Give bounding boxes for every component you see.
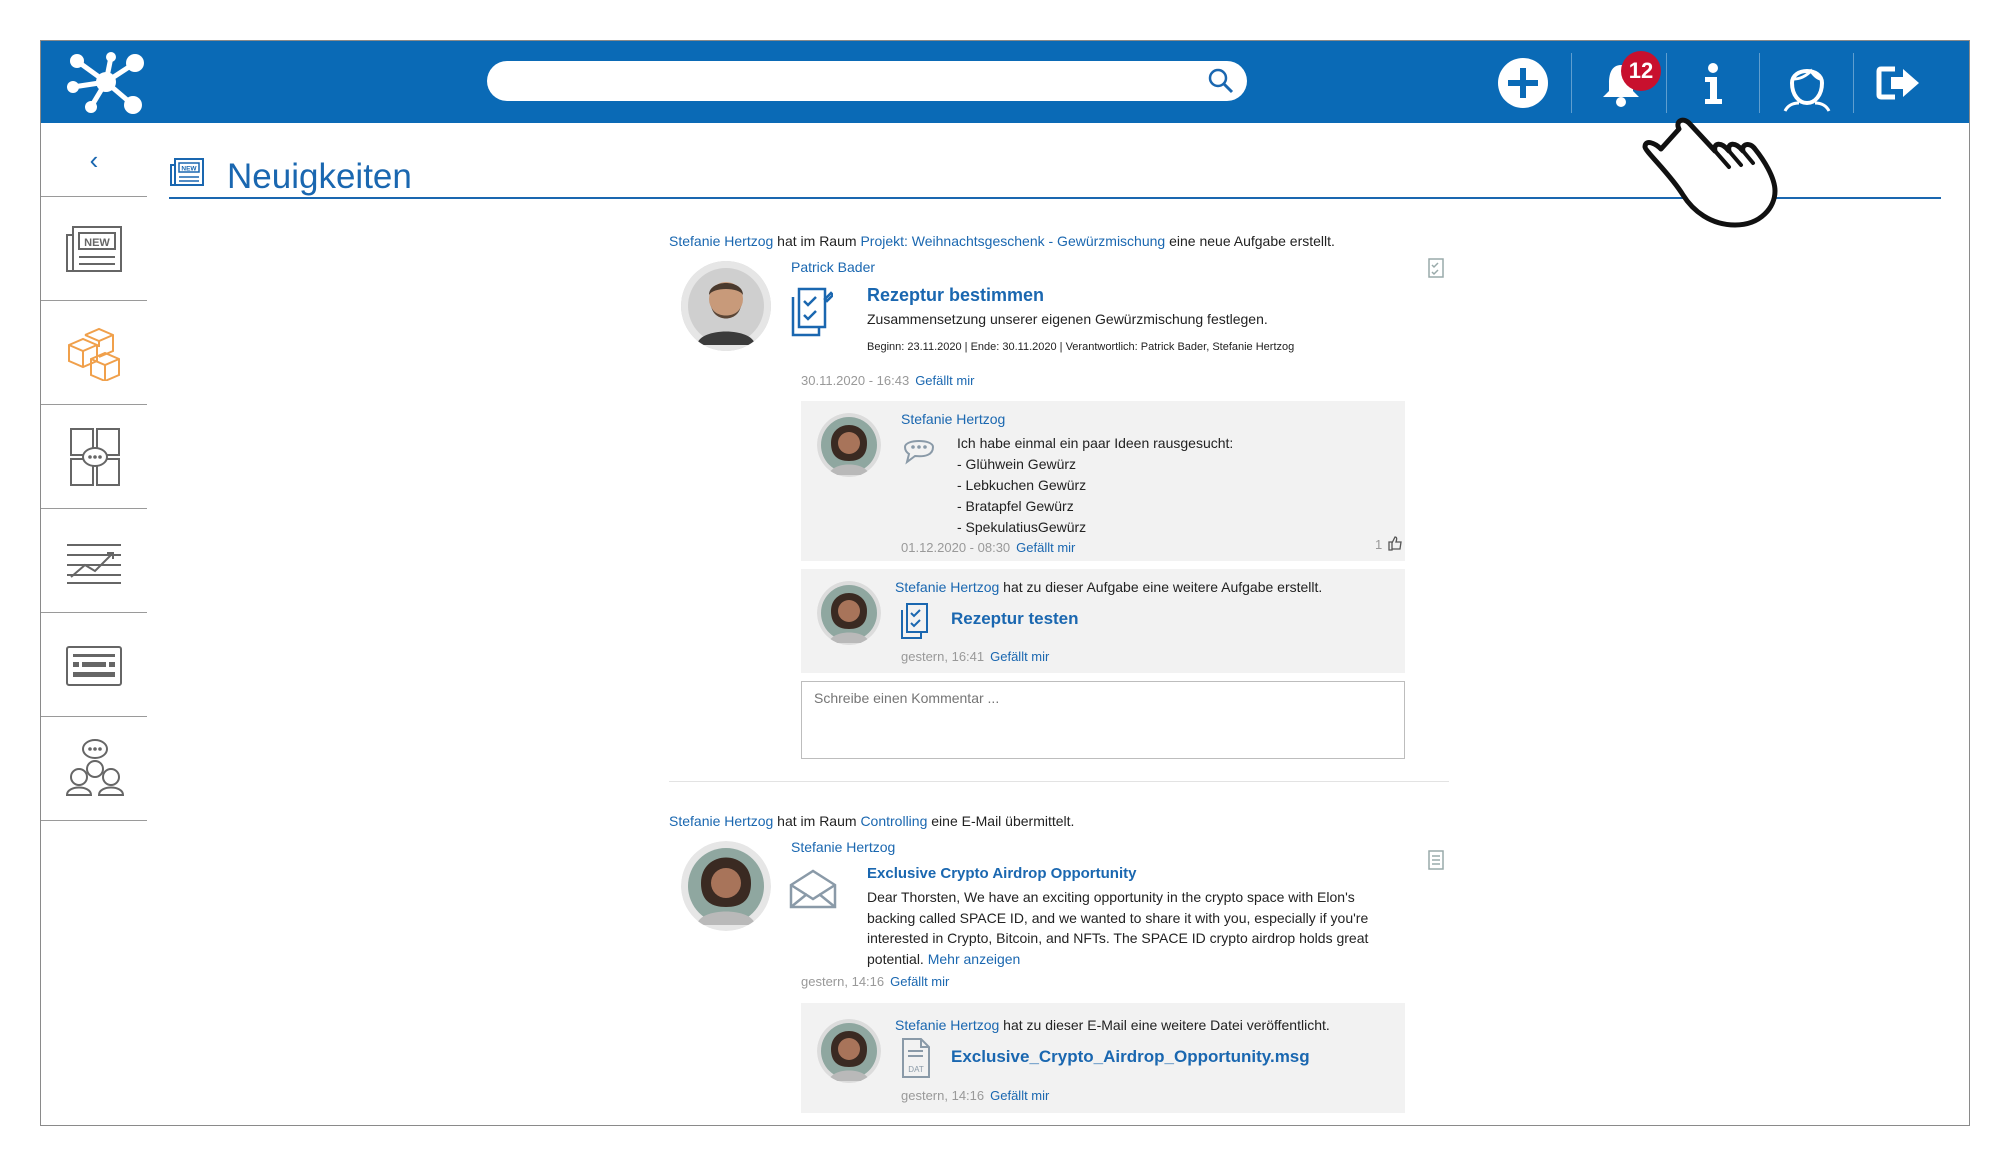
page-title: Neuigkeiten bbox=[227, 157, 412, 196]
avatar[interactable] bbox=[681, 841, 771, 931]
sidebar-item-rooms[interactable] bbox=[41, 301, 147, 405]
sidebar-item-chat[interactable] bbox=[41, 405, 147, 509]
app-window: 12 ‹ NEW NEW Neuigkeiten Stefanie Hertzo… bbox=[40, 40, 1970, 1126]
avatar[interactable] bbox=[681, 261, 771, 351]
email-type-icon[interactable] bbox=[1427, 849, 1447, 871]
activity-line: Stefanie Hertzog hat im Raum Controlling… bbox=[669, 813, 1075, 829]
avatar[interactable] bbox=[817, 581, 881, 645]
post-meta: 30.11.2020 - 16:43 Gefällt mir bbox=[801, 373, 975, 388]
activity-line: Stefanie Hertzog hat zu dieser Aufgabe e… bbox=[895, 579, 1323, 595]
post-meta: gestern, 14:16 Gefällt mir bbox=[901, 1088, 1050, 1103]
like-link[interactable]: Gefällt mir bbox=[890, 974, 949, 989]
notification-badge: 12 bbox=[1621, 51, 1661, 91]
logo-icon[interactable] bbox=[63, 49, 149, 120]
file-icon: DAT bbox=[902, 1038, 930, 1078]
task-title-link[interactable]: Rezeptur bestimmen bbox=[867, 285, 1044, 306]
search-input[interactable] bbox=[507, 69, 1191, 95]
email-icon bbox=[789, 869, 837, 909]
subtask-title-link[interactable]: Rezeptur testen bbox=[951, 609, 1079, 629]
task-meta: Beginn: 23.11.2020 | Ende: 30.11.2020 | … bbox=[867, 341, 1295, 353]
email-body: Dear Thorsten, We have an exciting oppor… bbox=[867, 889, 1369, 967]
task-type-icon[interactable] bbox=[1427, 257, 1447, 279]
like-link[interactable]: Gefällt mir bbox=[1016, 540, 1075, 555]
avatar[interactable] bbox=[817, 1019, 881, 1083]
search-bar[interactable] bbox=[487, 61, 1247, 101]
news-icon: NEW bbox=[170, 158, 204, 186]
news-icon: NEW bbox=[66, 226, 122, 272]
comment-text: Ich habe einmal ein paar Ideen rausgesuc… bbox=[957, 435, 1234, 535]
email-title-link[interactable]: Exclusive Crypto Airdrop Opportunity bbox=[867, 865, 1136, 883]
like-link[interactable]: Gefällt mir bbox=[990, 1088, 1049, 1103]
actor-link[interactable]: Stefanie Hertzog bbox=[895, 1017, 999, 1033]
post-meta: gestern, 16:41 Gefällt mir bbox=[901, 649, 1050, 664]
comment-input[interactable] bbox=[802, 682, 1404, 758]
room-link[interactable]: Controlling bbox=[860, 813, 927, 829]
add-icon[interactable] bbox=[1493, 53, 1553, 113]
keyboard-icon bbox=[66, 646, 122, 686]
comment-icon bbox=[903, 440, 935, 465]
svg-text:NEW: NEW bbox=[181, 166, 197, 173]
task-description: Zusammensetzung unserer eigenen Gewürzmi… bbox=[867, 311, 1268, 327]
actor-link[interactable]: Stefanie Hertzog bbox=[669, 813, 773, 829]
author-link[interactable]: Stefanie Hertzog bbox=[791, 839, 895, 855]
sidebar-item-news[interactable]: NEW bbox=[41, 197, 147, 301]
room-link[interactable]: Projekt: Weihnachtsgeschenk - Gewürzmisc… bbox=[860, 233, 1165, 249]
feed-divider bbox=[669, 781, 1449, 782]
community-icon bbox=[65, 739, 125, 796]
show-more-link[interactable]: Mehr anzeigen bbox=[928, 951, 1021, 967]
author-link[interactable]: Patrick Bader bbox=[791, 259, 875, 275]
chat-icon bbox=[70, 428, 120, 486]
hand-cursor-icon bbox=[1642, 117, 1778, 228]
sidebar-item-community[interactable] bbox=[41, 717, 147, 821]
dashboard-icon bbox=[67, 544, 121, 584]
comment-meta: 01.12.2020 - 08:30 Gefällt mir bbox=[901, 540, 1076, 555]
task-icon bbox=[901, 603, 928, 639]
actor-link[interactable]: Stefanie Hertzog bbox=[895, 579, 999, 595]
toolbar-divider bbox=[1853, 53, 1854, 113]
activity-line: Stefanie Hertzog hat im Raum Projekt: We… bbox=[669, 233, 1335, 249]
svg-text:DAT: DAT bbox=[908, 1065, 924, 1074]
like-link[interactable]: Gefällt mir bbox=[990, 649, 1049, 664]
logout-icon[interactable] bbox=[1869, 53, 1929, 113]
comment-author-link[interactable]: Stefanie Hertzog bbox=[901, 411, 1005, 427]
sidebar-collapse-button[interactable]: ‹ bbox=[41, 123, 147, 197]
sidebar-item-dashboard[interactable] bbox=[41, 509, 147, 613]
avatar[interactable] bbox=[817, 413, 881, 477]
like-counter[interactable]: 1 bbox=[1375, 535, 1403, 554]
svg-text:NEW: NEW bbox=[84, 237, 110, 249]
comment-input-box[interactable] bbox=[801, 681, 1405, 759]
task-icon bbox=[791, 287, 833, 337]
toolbar-divider bbox=[1571, 53, 1572, 113]
like-link[interactable]: Gefällt mir bbox=[915, 373, 974, 388]
sidebar-item-keyboard[interactable] bbox=[41, 613, 147, 717]
actor-link[interactable]: Stefanie Hertzog bbox=[669, 233, 773, 249]
file-title-link[interactable]: Exclusive_Crypto_Airdrop_Opportunity.msg bbox=[951, 1047, 1310, 1067]
rooms-icon bbox=[68, 327, 120, 381]
activity-line: Stefanie Hertzog hat zu dieser E-Mail ei… bbox=[895, 1017, 1330, 1033]
thumbs-up-icon bbox=[1388, 536, 1402, 551]
post-meta: gestern, 14:16 Gefällt mir bbox=[801, 974, 950, 989]
search-icon[interactable] bbox=[1207, 67, 1235, 100]
